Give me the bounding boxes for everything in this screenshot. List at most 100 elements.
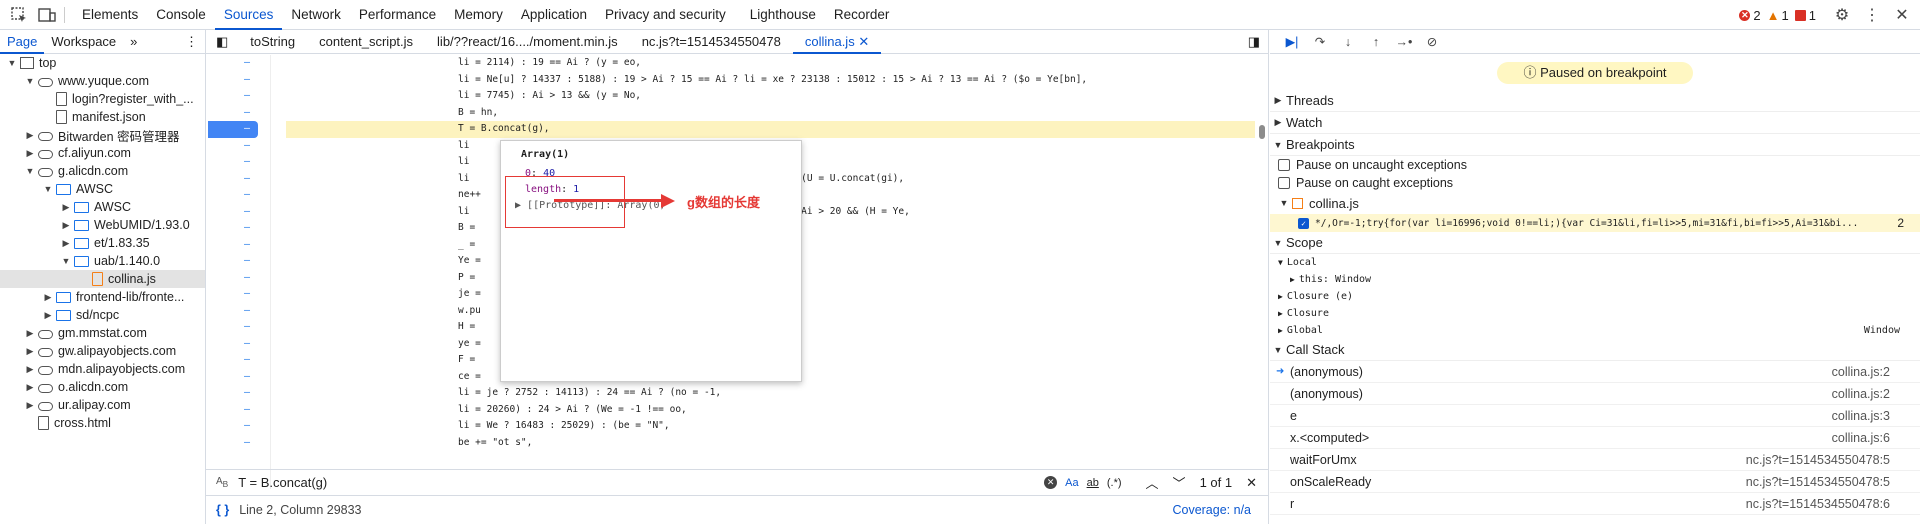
tree-item[interactable]: ▶ et/1.83.35 <box>0 234 205 252</box>
callstack-frame[interactable]: (anonymous) collina.js:2 <box>1270 383 1920 405</box>
code-line[interactable]: li = 20260) : 24 > Ai ? (We = -1 !== oo, <box>286 402 1255 419</box>
gutter-line[interactable]: – <box>206 105 264 122</box>
tree-item[interactable]: ▼ g.alicdn.com <box>0 162 205 180</box>
breakpoint-item[interactable]: ✓ */,Or=-1;try{for(var li=16996;void 0!==… <box>1270 214 1920 232</box>
breakpoint-marker[interactable]: – <box>208 121 258 138</box>
clear-search-icon[interactable]: ✕ <box>1044 476 1058 489</box>
tab-network[interactable]: Network <box>282 0 350 30</box>
gutter-line[interactable]: – <box>206 204 264 221</box>
collapsed-triangle-icon[interactable]: ▶ <box>24 130 36 141</box>
gutter-line[interactable]: – <box>206 55 264 72</box>
gutter-line[interactable]: – <box>206 336 264 353</box>
close-search-icon[interactable]: ✕ <box>1246 475 1257 491</box>
tab-elements[interactable]: Elements <box>73 0 147 30</box>
tree-item[interactable]: ▼ uab/1.140.0 <box>0 252 205 270</box>
tab-console[interactable]: Console <box>147 0 215 30</box>
gutter-line[interactable]: – <box>206 88 264 105</box>
tab-application[interactable]: Application <box>512 0 596 30</box>
collapsed-triangle-icon[interactable]: ▶ <box>24 364 36 375</box>
tree-item[interactable]: ▶ gw.alipayobjects.com <box>0 342 205 360</box>
scope-local[interactable]: ▼ Local <box>1270 254 1920 271</box>
gutter-line[interactable]: – <box>206 319 264 336</box>
tree-item[interactable]: login?register_with_... <box>0 90 205 108</box>
gutter-line[interactable]: – <box>206 154 264 171</box>
tree-item[interactable]: ▶ cf.aliyun.com <box>0 144 205 162</box>
collapsed-triangle-icon[interactable]: ▶ <box>24 346 36 357</box>
whole-word-toggle[interactable]: ab <box>1087 477 1099 489</box>
collapsed-triangle-icon[interactable]: ▶ <box>24 382 36 393</box>
pause-uncaught-checkbox[interactable]: Pause on uncaught exceptions <box>1270 156 1920 174</box>
editor-scrollbar[interactable] <box>1259 125 1265 139</box>
gutter-line[interactable]: – <box>206 369 264 386</box>
tab-privacy-security[interactable]: Privacy and security <box>596 0 735 30</box>
section-watch[interactable]: ▶ Watch <box>1270 112 1920 134</box>
tree-item[interactable]: cross.html <box>0 414 205 432</box>
paused-code-line[interactable]: T = B.concat(g), <box>286 121 1255 138</box>
code-line[interactable]: B = hn, <box>286 105 1255 122</box>
collapsed-triangle-icon[interactable]: ▶ <box>24 400 36 411</box>
scope-this[interactable]: ▶ this: Window <box>1270 271 1920 288</box>
frame-location[interactable]: nc.js?t=1514534550478:6 <box>1746 497 1890 511</box>
expanded-triangle-icon[interactable]: ▼ <box>24 76 36 86</box>
close-devtools-icon[interactable]: ✕ <box>1890 3 1914 27</box>
gutter-line[interactable]: – <box>206 418 264 435</box>
breakpoint-file-group[interactable]: ▼ collina.js <box>1270 192 1920 214</box>
tab-recorder[interactable]: Recorder <box>825 0 899 30</box>
resume-icon[interactable]: ▶︎| <box>1278 31 1306 53</box>
tree-item[interactable]: ▶ gm.mmstat.com <box>0 324 205 342</box>
gutter-line[interactable]: – <box>206 237 264 254</box>
file-tab-content-script[interactable]: content_script.js <box>307 30 425 54</box>
tree-item[interactable]: ▼ AWSC <box>0 180 205 198</box>
callstack-frame[interactable]: waitForUmx nc.js?t=1514534550478:5 <box>1270 449 1920 471</box>
collapsed-triangle-icon[interactable]: ▶ <box>60 238 72 249</box>
tree-item[interactable]: ▼ www.yuque.com <box>0 72 205 90</box>
checked-checkbox-icon[interactable]: ✓ <box>1298 217 1309 229</box>
close-tab-icon[interactable]: ✕ <box>858 34 869 49</box>
code-line[interactable]: li = je ? 2752 : 14113) : 24 == Ai ? (no… <box>286 385 1255 402</box>
gutter-line[interactable]: – <box>206 286 264 303</box>
pretty-print-icon[interactable]: { } <box>216 503 229 517</box>
callstack-frame[interactable]: onScaleReady nc.js?t=1514534550478:5 <box>1270 471 1920 493</box>
file-tab-collina[interactable]: collina.js ✕ <box>792 30 882 54</box>
tab-memory[interactable]: Memory <box>445 0 512 30</box>
gutter-line[interactable]: – <box>206 220 264 237</box>
deactivate-breakpoints-icon[interactable]: ⊘ <box>1418 31 1446 53</box>
code-line[interactable]: be += "ot s", <box>286 435 1255 452</box>
step-into-icon[interactable]: ↓ <box>1334 31 1362 53</box>
tab-sources[interactable]: Sources <box>214 0 283 30</box>
scope-global[interactable]: ▶ Global Window <box>1270 322 1920 339</box>
warning-count-badge[interactable]: ▲ 1 <box>1767 8 1789 23</box>
section-threads[interactable]: ▶ Threads <box>1270 90 1920 112</box>
collapsed-triangle-icon[interactable]: ▶ <box>42 292 54 303</box>
collapsed-triangle-icon[interactable]: ▶ <box>42 310 54 321</box>
collapsed-triangle-icon[interactable]: ▶ <box>24 148 36 159</box>
file-tab-moment[interactable]: lib/??react/16..../moment.min.js <box>425 30 630 54</box>
inspect-element-icon[interactable] <box>10 6 28 23</box>
scope-closure-e[interactable]: ▶ Closure (e) <box>1270 288 1920 305</box>
frame-location[interactable]: collina.js:2 <box>1832 387 1890 401</box>
issues-count-badge[interactable]: 1 <box>1794 8 1816 23</box>
gutter-line[interactable]: – <box>206 171 264 188</box>
collapsed-triangle-icon[interactable]: ▶ <box>24 328 36 339</box>
collapsed-triangle-icon[interactable]: ▶ <box>60 202 72 213</box>
toggle-navigator-icon[interactable]: ◧ <box>206 30 238 54</box>
expanded-triangle-icon[interactable]: ▼ <box>60 256 72 266</box>
gutter-line[interactable]: – <box>206 72 264 89</box>
tree-item[interactable]: collina.js <box>0 270 205 288</box>
tab-lighthouse[interactable]: Lighthouse <box>741 0 825 30</box>
expanded-triangle-icon[interactable]: ▼ <box>6 58 18 68</box>
tab-performance[interactable]: Performance <box>350 0 445 30</box>
gutter-line[interactable]: – <box>206 352 264 369</box>
line-gutter[interactable]: – – – – – – – – – – – – – – – – – – – – – – – – <box>206 55 264 489</box>
settings-gear-icon[interactable]: ⚙ <box>1830 3 1854 27</box>
next-match-icon[interactable]: ﹀ <box>1173 473 1186 492</box>
file-tab-nc[interactable]: nc.js?t=1514534550478 <box>630 30 793 54</box>
gutter-line[interactable]: – <box>206 435 264 452</box>
tree-item[interactable]: manifest.json <box>0 108 205 126</box>
section-breakpoints[interactable]: ▼ Breakpoints <box>1270 134 1920 156</box>
subtab-page[interactable]: Page <box>0 30 45 54</box>
step-icon[interactable]: →• <box>1390 31 1418 53</box>
gutter-line[interactable]: – <box>206 303 264 320</box>
regex-toggle[interactable]: (.*) <box>1107 477 1122 489</box>
gutter-line[interactable]: – <box>206 270 264 287</box>
